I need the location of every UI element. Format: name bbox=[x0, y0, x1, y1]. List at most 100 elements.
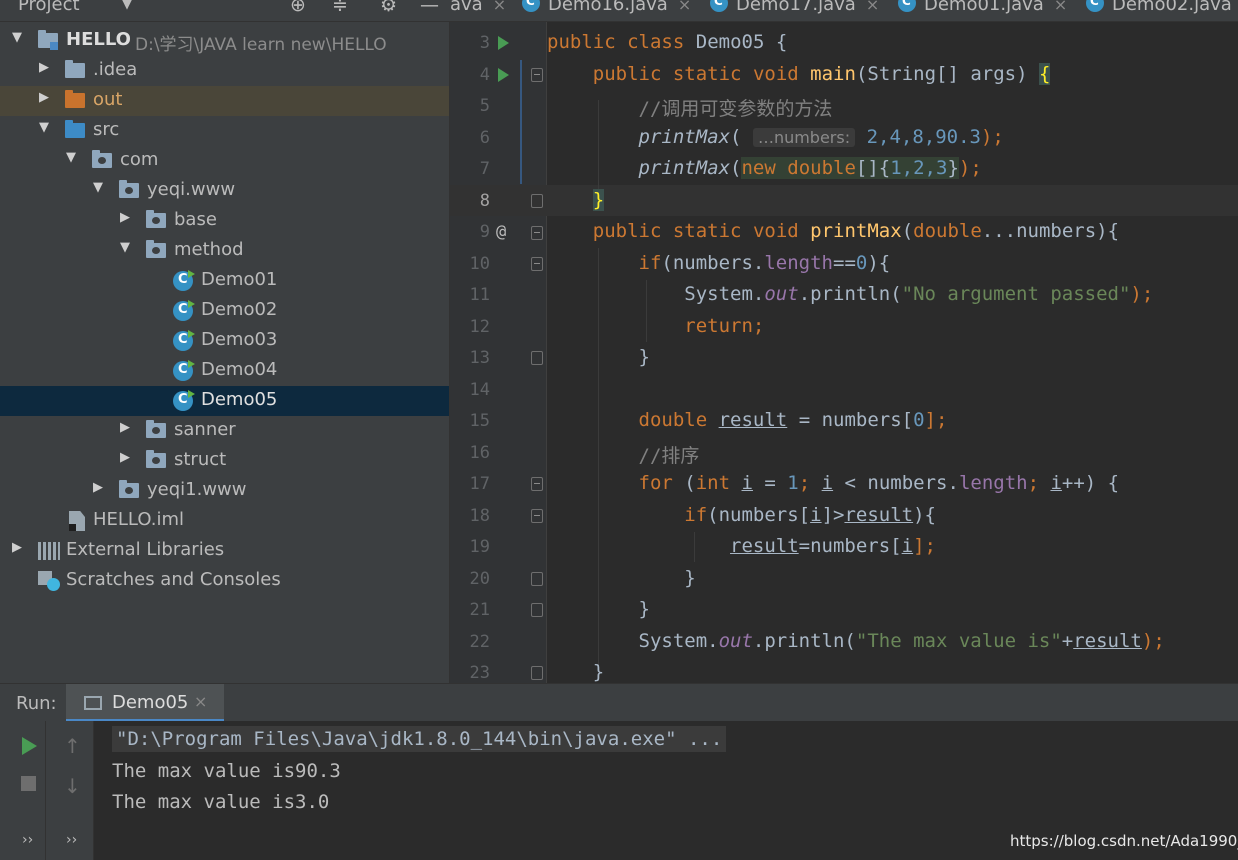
libraries-icon bbox=[38, 542, 60, 560]
line-number: 13 bbox=[469, 348, 490, 368]
tree-item-label: External Libraries bbox=[66, 539, 225, 560]
project-title[interactable]: Project bbox=[18, 0, 80, 15]
console-line: The max value is90.3 bbox=[112, 760, 341, 782]
tree-item-demo04[interactable]: Demo04 bbox=[0, 356, 449, 386]
expand-toggle-icon[interactable]: ▶ bbox=[91, 480, 105, 495]
scratches-icon bbox=[38, 571, 60, 591]
tree-item-method[interactable]: ▼ method bbox=[0, 236, 449, 266]
close-icon[interactable]: × bbox=[1054, 0, 1067, 14]
run-label: Run: bbox=[16, 693, 57, 714]
java-class-icon bbox=[173, 270, 195, 291]
code-line: //排序 bbox=[638, 445, 700, 467]
code-line: if(numbers[i]>result){ bbox=[684, 504, 936, 526]
close-icon[interactable]: × bbox=[678, 0, 691, 14]
expand-toggle-icon[interactable]: ▼ bbox=[64, 150, 78, 165]
tab-label: Demo16.java bbox=[548, 0, 668, 15]
expand-toggle-icon[interactable]: ▼ bbox=[118, 240, 132, 255]
run-main-icon[interactable] bbox=[498, 68, 509, 82]
annotation-marker-icon[interactable]: @ bbox=[496, 222, 506, 242]
tab-label: ava bbox=[450, 0, 483, 15]
tab-label: Demo17.java bbox=[736, 0, 856, 15]
close-icon[interactable]: × bbox=[493, 0, 506, 14]
tab-demo01[interactable]: Demo01.java × bbox=[898, 0, 1067, 18]
tree-item-hello[interactable]: ▼ HELLO D:\学习\JAVA learn new\HELLO bbox=[0, 26, 449, 56]
more-actions-icon[interactable]: ›› bbox=[22, 832, 33, 848]
line-number: 4 bbox=[479, 65, 490, 85]
fold-icon[interactable] bbox=[531, 257, 543, 271]
expand-toggle-icon[interactable]: ▶ bbox=[37, 60, 51, 75]
line-number: 17 bbox=[469, 474, 490, 494]
tree-item-label: yeqi.www bbox=[147, 179, 236, 200]
line-number: 9 bbox=[479, 222, 490, 242]
gear-icon[interactable]: ⚙ bbox=[380, 0, 397, 16]
line-number: 5 bbox=[479, 96, 490, 116]
line-number: 7 bbox=[479, 159, 490, 179]
tree-item-struct[interactable]: ▶ struct bbox=[0, 446, 449, 476]
expand-toggle-icon[interactable]: ▼ bbox=[10, 30, 24, 45]
expand-toggle-icon[interactable]: ▶ bbox=[118, 210, 132, 225]
fold-end-icon[interactable] bbox=[531, 351, 543, 365]
java-class-icon bbox=[1086, 0, 1104, 12]
tree-item-hello-iml[interactable]: HELLO.iml bbox=[0, 506, 449, 536]
tab-demo17[interactable]: Demo17.java × bbox=[710, 0, 879, 18]
run-class-icon[interactable] bbox=[498, 36, 509, 50]
close-icon[interactable]: × bbox=[194, 692, 207, 711]
tab-demo16[interactable]: Demo16.java × bbox=[522, 0, 691, 18]
fold-icon[interactable] bbox=[531, 226, 543, 240]
tree-item-out[interactable]: ▶ out bbox=[0, 86, 449, 116]
crosshair-icon[interactable]: ⊕ bbox=[290, 0, 306, 16]
fold-end-icon[interactable] bbox=[531, 194, 543, 208]
tree-item-com[interactable]: ▼ com bbox=[0, 146, 449, 176]
code-line: for (int i = 1; i < numbers.length; i++)… bbox=[638, 472, 1120, 494]
tree-item-demo02[interactable]: Demo02 bbox=[0, 296, 449, 326]
run-tab-demo05[interactable]: Demo05 × bbox=[66, 684, 224, 722]
module-folder-icon bbox=[38, 30, 58, 50]
tree-item-scratches[interactable]: Scratches and Consoles bbox=[0, 566, 449, 596]
expand-toggle-icon[interactable]: ▶ bbox=[118, 420, 132, 435]
expand-toggle-icon[interactable]: ▶ bbox=[118, 450, 132, 465]
expand-toggle-icon[interactable]: ▼ bbox=[91, 180, 105, 195]
fold-icon[interactable] bbox=[531, 477, 543, 491]
tree-item-label: Demo04 bbox=[201, 359, 278, 380]
tree-item-src[interactable]: ▼ src bbox=[0, 116, 449, 146]
tab-ava[interactable]: ava × bbox=[450, 0, 506, 18]
vcs-change-marker bbox=[520, 60, 522, 184]
minimize-icon[interactable]: — bbox=[420, 0, 439, 16]
tree-item-label: Demo03 bbox=[201, 329, 278, 350]
tree-item-demo03[interactable]: Demo03 bbox=[0, 326, 449, 356]
expand-toggle-icon[interactable]: ▼ bbox=[37, 120, 51, 135]
line-number: 10 bbox=[469, 254, 490, 274]
project-view-dropdown-icon[interactable]: ▼ bbox=[122, 0, 132, 12]
tree-item-label: out bbox=[93, 89, 123, 110]
tree-item-demo01[interactable]: Demo01 bbox=[0, 266, 449, 296]
tree-item-sanner[interactable]: ▶ sanner bbox=[0, 416, 449, 446]
close-icon[interactable]: × bbox=[866, 0, 879, 14]
rerun-icon[interactable] bbox=[22, 737, 37, 755]
stop-icon[interactable] bbox=[21, 776, 36, 791]
code-line: System.out.println("The max value is"+re… bbox=[638, 630, 1165, 652]
fold-end-icon[interactable] bbox=[531, 572, 543, 586]
tree-item-base[interactable]: ▶ base bbox=[0, 206, 449, 236]
code-line: //调用可变参数的方法 bbox=[638, 98, 833, 120]
expand-toggle-icon[interactable]: ▶ bbox=[10, 540, 24, 555]
fold-icon[interactable] bbox=[531, 509, 543, 523]
fold-end-icon[interactable] bbox=[531, 666, 543, 680]
fold-icon[interactable] bbox=[531, 68, 543, 82]
line-number: 19 bbox=[469, 537, 490, 557]
tree-item-external-libraries[interactable]: ▶ External Libraries bbox=[0, 536, 449, 566]
tree-item-yeqi1-www[interactable]: ▶ yeqi1.www bbox=[0, 476, 449, 506]
collapse-icon[interactable]: ≑ bbox=[332, 0, 348, 16]
more-actions-icon[interactable]: ›› bbox=[66, 832, 77, 848]
line-number: 11 bbox=[469, 285, 490, 305]
tab-demo02[interactable]: Demo02.java× bbox=[1086, 0, 1238, 18]
arrow-down-icon[interactable]: ↓ bbox=[64, 774, 81, 798]
fold-end-icon[interactable] bbox=[531, 603, 543, 617]
tree-item-label: Demo05 bbox=[201, 389, 278, 410]
tree-item-idea[interactable]: ▶ .idea bbox=[0, 56, 449, 86]
tree-item-yeqi-www[interactable]: ▼ yeqi.www bbox=[0, 176, 449, 206]
tree-item-demo05[interactable]: Demo05 bbox=[0, 386, 449, 416]
expand-toggle-icon[interactable]: ▶ bbox=[37, 90, 51, 105]
arrow-up-icon[interactable]: ↑ bbox=[64, 734, 81, 758]
tree-item-label: sanner bbox=[174, 419, 236, 440]
package-icon bbox=[92, 150, 112, 168]
